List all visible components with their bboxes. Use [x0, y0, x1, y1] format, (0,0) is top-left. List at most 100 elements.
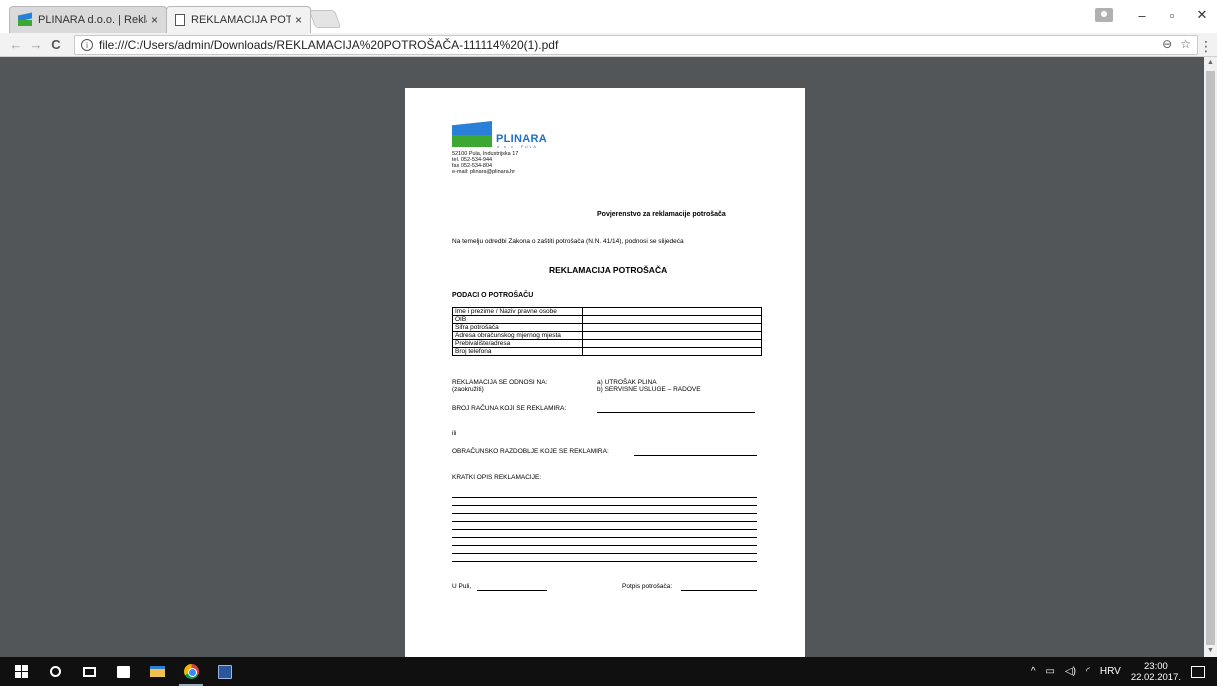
field-value	[582, 339, 762, 348]
word-icon	[218, 664, 232, 679]
tab-reklamacija[interactable]: REKLAMACIJA POTROŠA ×	[166, 6, 311, 33]
option-a: a) UTROŠAK PLINA	[597, 379, 657, 386]
field-label: Broj telefona	[452, 347, 583, 356]
plinara-favicon-icon	[18, 14, 32, 26]
browser-titlebar: PLINARA d.o.o. | Reklam × REKLAMACIJA PO…	[0, 0, 1217, 33]
folder-icon	[149, 666, 165, 677]
language-indicator[interactable]: HRV	[1100, 666, 1121, 677]
tray-chevron-icon[interactable]: ^	[1031, 666, 1036, 677]
field-value	[582, 315, 762, 324]
tab-plinara[interactable]: PLINARA d.o.o. | Reklam ×	[9, 6, 167, 33]
description-line	[452, 529, 757, 530]
clock-time: 23:00	[1144, 660, 1168, 672]
table-row: Ime i prezime / Naziv pravne osobe	[452, 307, 762, 316]
period-label: OBRAČUNSKO RAZDOBLJE KOJE SE REKLAMIRA:	[452, 448, 609, 455]
scrollbar-thumb[interactable]	[1206, 71, 1215, 645]
scroll-down-icon[interactable]: ▼	[1204, 645, 1217, 657]
chrome-icon	[183, 664, 199, 679]
description-line	[452, 545, 757, 546]
tab-close-icon[interactable]: ×	[151, 13, 158, 27]
info-icon[interactable]: i	[81, 39, 93, 51]
word-taskbar-button[interactable]	[208, 657, 242, 686]
place-label: U Puli,	[452, 583, 472, 590]
pdf-viewer: PLINARA d.o.o. PULA 52100 Pula, Industri…	[0, 57, 1217, 657]
field-label: OIB	[452, 315, 583, 324]
address-bar[interactable]: i file:///C:/Users/admin/Downloads/REKLA…	[74, 35, 1198, 55]
description-line	[452, 505, 757, 506]
description-line	[452, 497, 757, 498]
description-line	[452, 553, 757, 554]
table-row: Šifra potrošača	[452, 323, 762, 332]
vertical-scrollbar[interactable]: ▲ ▼	[1204, 57, 1217, 657]
search-icon	[49, 666, 61, 677]
intro-text: Na temelju odredbi Zakona o zaštiti potr…	[452, 238, 684, 245]
minimize-button[interactable]: –	[1127, 8, 1157, 23]
brand-subtitle: d.o.o. PULA	[497, 145, 538, 149]
invoice-label: BROJ RAČUNA KOJI SE REKLAMIRA:	[452, 405, 567, 412]
invoice-line	[597, 412, 755, 413]
windows-taskbar: ^ ▭ ◁) ◜ HRV 23:00 22.02.2017.	[0, 657, 1217, 686]
start-button[interactable]	[4, 657, 38, 686]
file-explorer-button[interactable]	[140, 657, 174, 686]
system-tray: ^ ▭ ◁) ◜ HRV 23:00 22.02.2017.	[1031, 657, 1217, 686]
document-favicon-icon	[175, 14, 185, 26]
brand-name: PLINARA	[496, 133, 547, 145]
plinara-logo	[452, 121, 492, 147]
period-line	[634, 455, 757, 456]
browser-menu-icon[interactable]: ⋮	[1199, 38, 1213, 55]
wifi-icon[interactable]: ◜	[1086, 666, 1090, 677]
store-icon	[116, 665, 130, 678]
description-line	[452, 513, 757, 514]
table-row: Broj telefona	[452, 347, 762, 356]
scroll-up-icon[interactable]: ▲	[1204, 57, 1217, 69]
email-line: e-mail: plinara@plinara.hr	[452, 169, 516, 175]
tab-title: REKLAMACIJA POTROŠA	[191, 14, 291, 26]
store-button[interactable]	[106, 657, 140, 686]
refers-hint: (zaokružiti)	[452, 386, 484, 393]
maximize-button[interactable]: ▫	[1157, 8, 1187, 23]
window-controls: – ▫ ✕	[1095, 0, 1217, 30]
bookmark-star-icon[interactable]: ☆	[1180, 37, 1191, 51]
signature-label: Potpis potrošača:	[622, 583, 673, 590]
field-value	[582, 307, 762, 316]
reload-button[interactable]: C	[46, 37, 66, 52]
task-view-icon	[82, 666, 96, 677]
signature-line	[681, 590, 757, 591]
field-value	[582, 331, 762, 340]
description-label: KRATKI OPIS REKLAMACIJE:	[452, 474, 542, 481]
tab-close-icon[interactable]: ×	[295, 13, 302, 27]
place-line	[477, 590, 547, 591]
or-text: ili	[452, 430, 457, 437]
field-label: Šifra potrošača	[452, 323, 583, 332]
browser-toolbar: ← → C i file:///C:/Users/admin/Downloads…	[0, 33, 1217, 57]
close-window-button[interactable]: ✕	[1187, 7, 1217, 23]
task-view-button[interactable]	[72, 657, 106, 686]
forward-button[interactable]: →	[26, 37, 46, 52]
refers-label: REKLAMACIJA SE ODNOSI NA:	[452, 379, 548, 386]
customer-data-table: Ime i prezime / Naziv pravne osobe OIB Š…	[452, 307, 762, 356]
chrome-taskbar-button[interactable]	[174, 657, 208, 686]
recipient: Povjerenstvo za reklamacije potrošača	[597, 211, 726, 218]
field-label: Ime i prezime / Naziv pravne osobe	[452, 307, 583, 316]
profile-icon[interactable]	[1095, 8, 1113, 22]
field-value	[582, 323, 762, 332]
clock[interactable]: 23:00 22.02.2017.	[1131, 661, 1181, 683]
battery-icon[interactable]: ▭	[1046, 666, 1055, 677]
search-button[interactable]	[38, 657, 72, 686]
description-line	[452, 561, 757, 562]
table-row: OIB	[452, 315, 762, 324]
description-line	[452, 521, 757, 522]
new-tab-button[interactable]	[308, 10, 342, 28]
tab-title: PLINARA d.o.o. | Reklam	[38, 14, 147, 26]
section-heading: PODACI O POTROŠAČU	[452, 292, 534, 299]
field-value	[582, 347, 762, 356]
url-text[interactable]: file:///C:/Users/admin/Downloads/REKLAMA…	[99, 38, 558, 52]
description-line	[452, 537, 757, 538]
notification-icon[interactable]	[1191, 665, 1205, 678]
volume-icon[interactable]: ◁)	[1065, 666, 1076, 677]
zoom-icon[interactable]: ⊖	[1162, 37, 1172, 51]
clock-date: 22.02.2017.	[1130, 671, 1181, 683]
field-label: Adresa obračunskog mjernog mjesta	[452, 331, 583, 340]
field-label: Prebivalište/adresa	[452, 339, 583, 348]
back-button[interactable]: ←	[6, 37, 26, 52]
